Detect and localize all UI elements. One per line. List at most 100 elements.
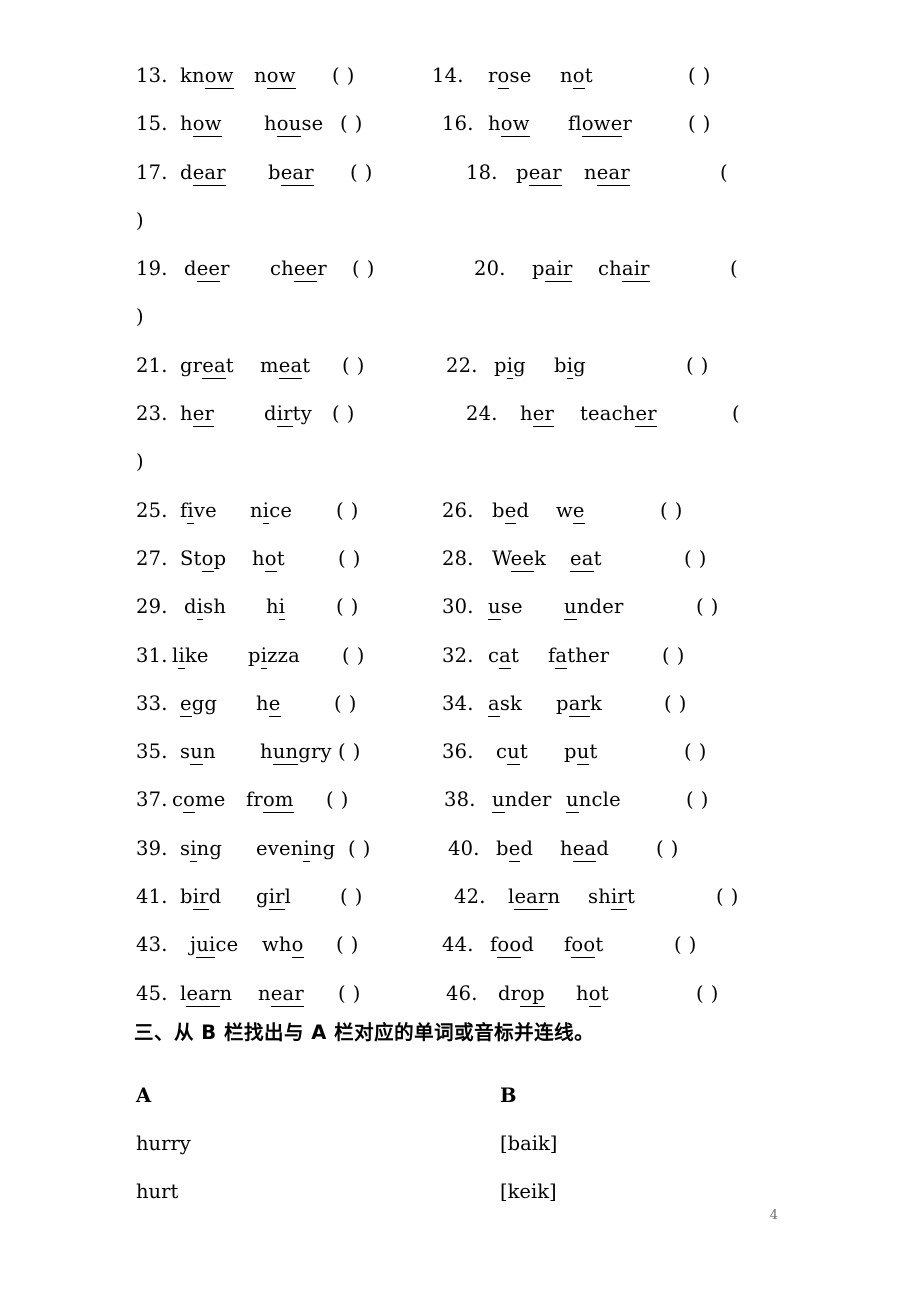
exercise-word: head <box>560 836 610 862</box>
answer-parenthesis[interactable]: ( ) <box>656 825 679 873</box>
exercise-word: cat <box>488 643 519 669</box>
answer-parenthesis[interactable]: ( ) <box>686 342 709 390</box>
exercise-number: 46. <box>446 981 478 1005</box>
answer-parenthesis[interactable]: ( ) <box>336 487 359 535</box>
answer-parenthesis[interactable]: ( ) <box>716 873 739 921</box>
exercise-row: 43. juice who ( ) 44. food foot ( ) <box>136 921 836 969</box>
answer-parenthesis[interactable]: ( ) <box>684 535 707 583</box>
exercise-word: learn <box>180 981 233 1007</box>
exercise-row: 35. sun hungry ( ) 36. cut put ( ) <box>136 728 836 776</box>
exercise-word: he <box>256 691 281 717</box>
answer-parenthesis[interactable]: ( ) <box>336 921 359 969</box>
exercise-word: how <box>488 112 530 138</box>
answer-parenthesis[interactable]: ( ) <box>696 583 719 631</box>
exercise-number: 42. <box>454 885 486 909</box>
exercise-word: foot <box>564 933 604 959</box>
exercise-row-list: 13. know now ( ) 14. rose not ( ) 15. how house ( )… <box>136 52 836 1018</box>
matching-row[interactable]: hurry [baik] <box>136 1120 696 1168</box>
exercise-row: 17. dear bear ( ) 18. pear near ( <box>136 149 836 197</box>
exercise-number: 35. <box>136 740 168 764</box>
exercise-row-continuation: ) <box>136 197 836 245</box>
matching-phonetic-b[interactable]: [baik] <box>500 1120 557 1168</box>
exercise-number: 15. <box>136 112 168 136</box>
exercise-word: her <box>180 402 215 428</box>
answer-parenthesis[interactable]: ( ) <box>340 100 363 148</box>
exercise-word: dirty <box>264 402 312 428</box>
matching-row[interactable]: hurt [keik] <box>136 1168 696 1216</box>
exercise-word: Stop <box>180 546 227 572</box>
answer-parenthesis[interactable]: ( ) <box>334 680 357 728</box>
exercise-word: cut <box>496 740 528 766</box>
answer-parenthesis[interactable]: ( ) <box>664 680 687 728</box>
exercise-row: 37. come from ( ) 38. under uncle ( ) <box>136 776 836 824</box>
answer-parenthesis[interactable]: ( ) <box>342 632 365 680</box>
matching-word-a[interactable]: hurt <box>136 1168 178 1216</box>
exercise-number: 36. <box>442 740 474 764</box>
answer-parenthesis[interactable]: ( ) <box>332 52 355 100</box>
answer-parenthesis[interactable]: ( <box>720 149 728 197</box>
answer-parenthesis[interactable]: ( ) <box>350 149 373 197</box>
exercise-word: dear <box>180 160 226 186</box>
exercise-number: 33. <box>136 691 168 715</box>
exercise-row: 15. how house ( ) 16. how flower ( ) <box>136 100 836 148</box>
exercise-word: great <box>180 353 234 379</box>
exercise-word: sun <box>180 740 216 766</box>
worksheet-page: 13. know now ( ) 14. rose not ( ) 15. how house ( )… <box>0 0 920 1302</box>
exercise-number: 34. <box>442 691 474 715</box>
matching-exercise: A B hurry [baik] hurt [keik] <box>136 1072 696 1216</box>
answer-parenthesis[interactable]: ( ) <box>336 583 359 631</box>
exercise-word: flower <box>568 112 632 138</box>
exercise-row: 31. like pizza ( ) 32. cat father ( ) <box>136 632 836 680</box>
answer-parenthesis-close[interactable]: ) <box>136 293 144 341</box>
answer-parenthesis[interactable]: ( ) <box>674 921 697 969</box>
exercise-number: 17. <box>136 160 168 184</box>
exercise-number: 43. <box>136 933 168 957</box>
exercise-word: near <box>584 160 630 186</box>
answer-parenthesis[interactable]: ( ) <box>688 52 711 100</box>
exercise-word: house <box>264 112 324 138</box>
answer-parenthesis[interactable]: ( ) <box>660 487 683 535</box>
answer-parenthesis[interactable]: ( ) <box>340 873 363 921</box>
exercise-number: 23. <box>136 402 168 426</box>
exercise-word: hungry <box>260 740 332 766</box>
answer-parenthesis[interactable]: ( ) <box>352 245 375 293</box>
exercise-word: bed <box>492 498 530 524</box>
answer-parenthesis[interactable]: ( ) <box>684 728 707 776</box>
answer-parenthesis[interactable]: ( ) <box>662 632 685 680</box>
exercise-word: meat <box>260 353 311 379</box>
matching-phonetic-b[interactable]: [keik] <box>500 1168 557 1216</box>
exercise-number: 26. <box>442 498 474 522</box>
exercise-word: hot <box>576 981 609 1007</box>
section-three-heading: 三、从 B 栏找出与 A 栏对应的单词或音标并连线。 <box>134 1021 595 1044</box>
answer-parenthesis[interactable]: ( ) <box>348 825 371 873</box>
answer-parenthesis[interactable]: ( ) <box>326 776 349 824</box>
exercise-number: 22. <box>446 353 478 377</box>
exercise-number: 21. <box>136 353 168 377</box>
answer-parenthesis[interactable]: ( ) <box>688 100 711 148</box>
exercise-number: 38. <box>444 788 476 812</box>
answer-parenthesis[interactable]: ( ) <box>332 390 355 438</box>
answer-parenthesis-close[interactable]: ) <box>136 438 144 486</box>
answer-parenthesis[interactable]: ( ) <box>338 535 361 583</box>
exercise-number: 18. <box>466 160 498 184</box>
exercise-number: 28. <box>442 546 474 570</box>
answer-parenthesis[interactable]: ( ) <box>338 728 361 776</box>
exercise-row: 27. Stop hot ( ) 28. Week eat ( ) <box>136 535 836 583</box>
column-a-header: A <box>136 1084 152 1107</box>
exercise-row-continuation: ) <box>136 438 836 486</box>
exercise-word: sing <box>180 836 223 862</box>
exercise-word: eat <box>570 546 602 572</box>
exercise-row: 29. dish hi ( ) 30. use under ( ) <box>136 583 836 631</box>
answer-parenthesis[interactable]: ( ) <box>338 970 361 1018</box>
answer-parenthesis[interactable]: ( ) <box>686 776 709 824</box>
answer-parenthesis[interactable]: ( ) <box>342 342 365 390</box>
exercise-word: pig <box>494 353 526 379</box>
answer-parenthesis[interactable]: ( ) <box>696 970 719 1018</box>
exercise-number: 20. <box>474 257 506 281</box>
exercise-word: bird <box>180 885 222 911</box>
matching-word-a[interactable]: hurry <box>136 1120 191 1168</box>
exercise-word: near <box>258 981 304 1007</box>
answer-parenthesis-close[interactable]: ) <box>136 197 144 245</box>
answer-parenthesis[interactable]: ( <box>732 390 740 438</box>
answer-parenthesis[interactable]: ( <box>730 245 738 293</box>
